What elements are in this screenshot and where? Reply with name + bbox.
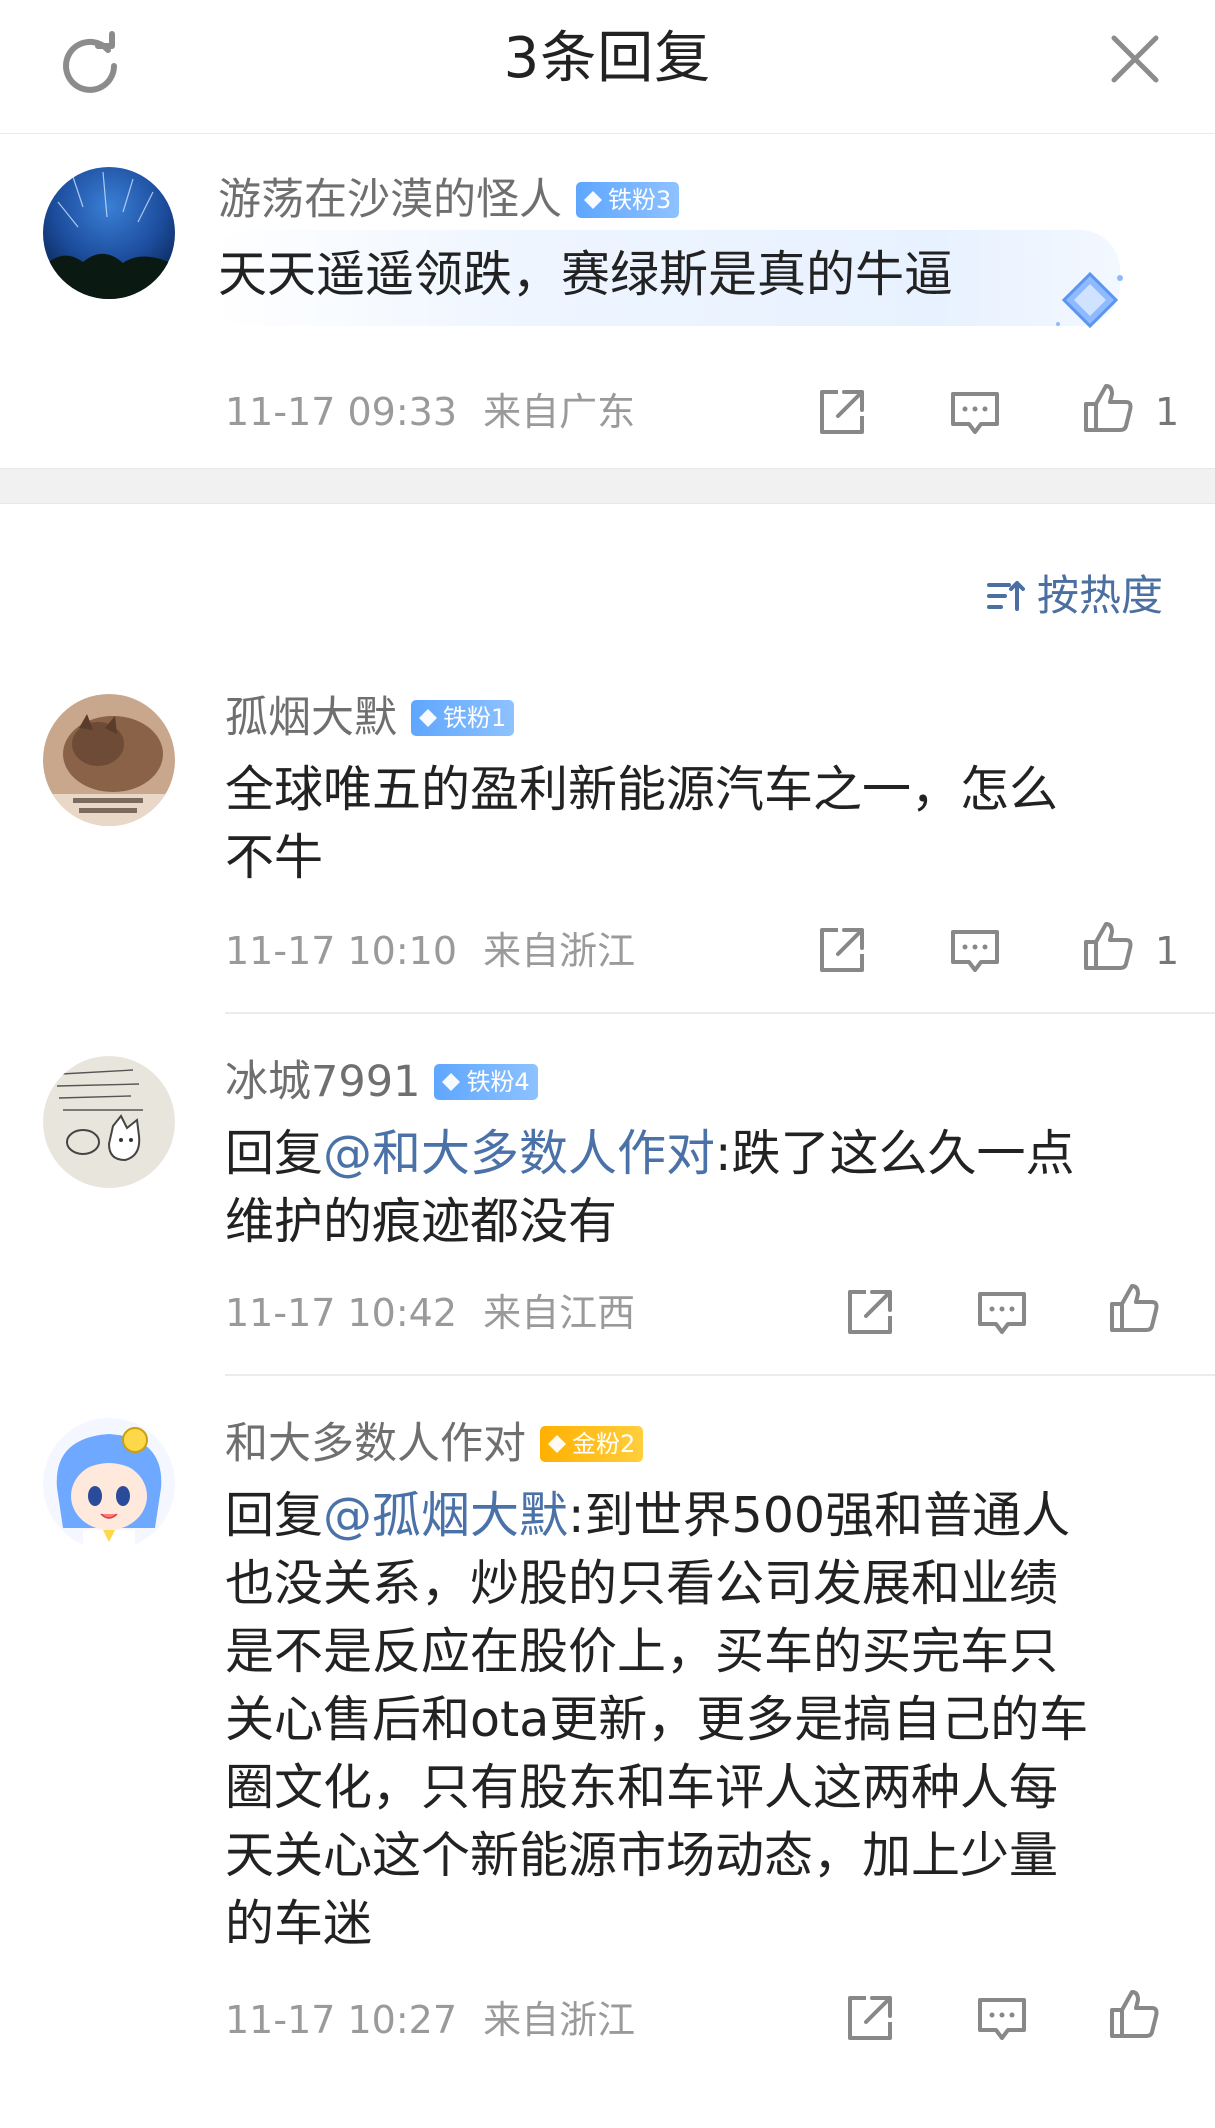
like-icon[interactable]	[1106, 1280, 1162, 1336]
timestamp: 11-17 10:27	[225, 1998, 458, 2042]
username-row: 和大多数人作对 金粉2	[225, 1416, 644, 1472]
username-row: 孤烟大默 铁粉1	[225, 690, 515, 746]
comment-meta: 11-17 09:33 来自广东	[225, 387, 635, 437]
anime-avatar-image	[43, 1418, 175, 1550]
sketch-avatar-image	[43, 1056, 175, 1188]
reply-prefix: 回复	[225, 1487, 324, 1544]
reply-text-line: 回复@孤烟大默:到世界500强和普通人	[225, 1482, 1088, 1550]
reply-divider	[225, 1012, 1215, 1014]
location: 来自江西	[483, 1291, 636, 1335]
timestamp: 11-17 10:42	[225, 1291, 458, 1335]
reply-text: 全球唯五的盈利新能源汽车之一，怎么 不牛	[225, 756, 1058, 892]
timestamp: 11-17 10:10	[225, 929, 458, 973]
reply-meta: 11-17 10:10 来自浙江	[225, 926, 635, 976]
diamond-icon	[419, 709, 437, 727]
reply-meta: 11-17 10:27 来自浙江	[225, 1995, 635, 2045]
like-icon[interactable]	[1080, 380, 1136, 436]
like-count: 1	[1155, 390, 1180, 434]
fan-badge: 铁粉1	[411, 700, 515, 736]
diamond-icon	[1056, 271, 1123, 329]
reply-text-line: 回复@和大多数人作对:跌了这么久一点	[225, 1120, 1075, 1188]
username-row: 冰城7991 铁粉4	[225, 1054, 538, 1110]
avatar[interactable]	[43, 1418, 175, 1550]
sort-toggle[interactable]: 按热度	[985, 568, 1163, 624]
username[interactable]: 游荡在沙漠的怪人	[218, 172, 562, 228]
fan-badge: 铁粉4	[434, 1064, 538, 1100]
reply-text-rest: :跌了这么久一点	[715, 1125, 1075, 1182]
cat-avatar-image	[43, 694, 175, 826]
avatar[interactable]	[43, 1056, 175, 1188]
share-icon[interactable]	[842, 1284, 898, 1340]
reply-text-line: 维护的痕迹都没有	[225, 1193, 618, 1250]
sort-icon	[987, 581, 1025, 611]
comment-icon[interactable]	[947, 924, 1003, 980]
avatar[interactable]	[43, 167, 175, 299]
badge-label: 金粉2	[572, 1430, 636, 1458]
fan-badge: 铁粉3	[576, 182, 680, 218]
reply-divider	[225, 1374, 1215, 1376]
reply-prefix: 回复	[225, 1125, 324, 1182]
reply-text: 回复@孤烟大默:到世界500强和普通人 也没关系，炒股的只看公司发展和业绩 是不…	[225, 1482, 1088, 1958]
like-icon[interactable]	[1106, 1986, 1162, 2042]
reply-text-line: 是不是反应在股价上，买车的买完车只	[225, 1623, 1059, 1680]
timestamp: 11-17 09:33	[225, 390, 458, 434]
location: 来自浙江	[483, 929, 636, 973]
username[interactable]: 冰城7991	[225, 1054, 420, 1110]
username[interactable]: 孤烟大默	[225, 690, 397, 746]
diamond-icon	[584, 191, 602, 209]
like-icon[interactable]	[1080, 918, 1136, 974]
mention-link[interactable]: @孤烟大默	[323, 1487, 568, 1544]
reply-text-line: 关心售后和ota更新，更多是搞自己的车	[225, 1691, 1089, 1748]
location: 来自浙江	[483, 1998, 636, 2042]
close-icon[interactable]	[1106, 30, 1164, 88]
section-separator	[0, 468, 1215, 504]
reply-text-line: 也没关系，炒股的只看公司发展和业绩	[225, 1555, 1059, 1612]
reply-screen: 3条回复 游荡在沙漠的怪人 铁粉3 天天遥遥领跌，赛绿斯是真的牛逼 11-17 …	[0, 0, 1215, 2128]
badge-label: 铁粉3	[608, 186, 672, 214]
page-title: 3条回复	[503, 26, 712, 91]
reply-text-line: 不牛	[225, 829, 324, 886]
mention-link[interactable]: @和大多数人作对	[323, 1125, 715, 1182]
reply-meta: 11-17 10:42 来自江西	[225, 1288, 635, 1338]
badge-label: 铁粉4	[466, 1068, 530, 1096]
fan-badge: 金粉2	[540, 1426, 644, 1462]
comment-text: 天天遥遥领跌，赛绿斯是真的牛逼	[218, 246, 954, 303]
location: 来自广东	[483, 390, 636, 434]
reply-text-rest: :到世界500强和普通人	[568, 1487, 1071, 1544]
reply-text-line: 天关心这个新能源市场动态，加上少量	[225, 1827, 1059, 1884]
sort-label: 按热度	[1037, 571, 1164, 620]
share-icon[interactable]	[842, 1990, 898, 2046]
comment-icon[interactable]	[947, 386, 1003, 442]
avatar[interactable]	[43, 694, 175, 826]
diamond-icon	[442, 1073, 461, 1091]
diamond-icon	[548, 1435, 566, 1453]
share-icon[interactable]	[814, 922, 870, 978]
comment-icon[interactable]	[974, 1992, 1030, 2048]
username-row: 游荡在沙漠的怪人 铁粉3	[218, 172, 680, 228]
main-comment: 游荡在沙漠的怪人 铁粉3 天天遥遥领跌，赛绿斯是真的牛逼 11-17 09:33…	[0, 134, 1215, 468]
reply-text-line: 全球唯五的盈利新能源汽车之一，怎么	[225, 761, 1059, 818]
header-bar: 3条回复	[0, 0, 1215, 134]
night-sky-avatar-image	[43, 167, 175, 299]
reply-text: 回复@和大多数人作对:跌了这么久一点 维护的痕迹都没有	[225, 1120, 1075, 1256]
reply-text-line: 圈文化，只有股东和车评人这两种人每	[225, 1759, 1059, 1816]
username[interactable]: 和大多数人作对	[225, 1416, 526, 1472]
share-icon[interactable]	[814, 384, 870, 440]
comment-icon[interactable]	[974, 1286, 1030, 1342]
reply-text-line: 的车迷	[225, 1895, 373, 1952]
badge-label: 铁粉1	[443, 704, 507, 732]
like-count: 1	[1155, 929, 1180, 973]
